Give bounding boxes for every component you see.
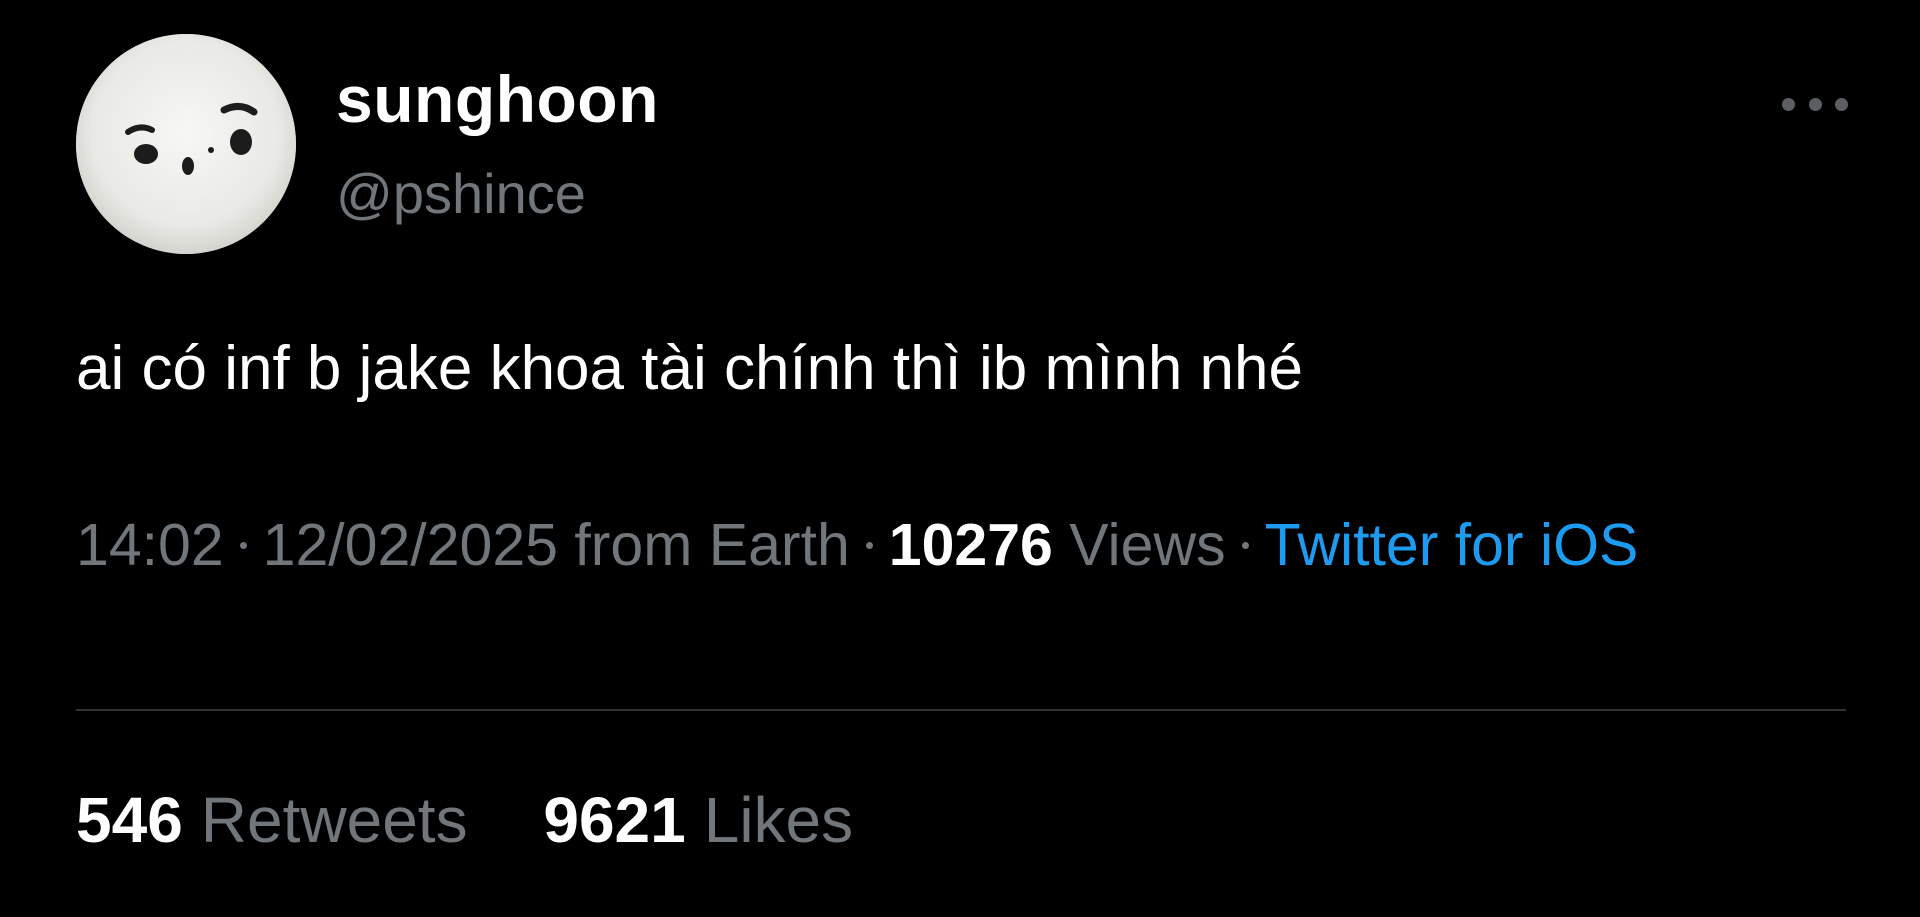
separator-dot — [1241, 541, 1249, 549]
tweet-detail: sunghoon @pshince ai có inf b jake khoa … — [0, 0, 1920, 917]
avatar[interactable] — [76, 34, 296, 254]
tweet-date[interactable]: 12/02/2025 — [263, 512, 558, 578]
divider — [76, 709, 1846, 711]
tweet-stats: 546 Retweets 9621 Likes — [76, 780, 853, 860]
display-name[interactable]: sunghoon — [336, 66, 659, 132]
likes-count: 9621 — [543, 784, 686, 856]
more-icon[interactable] — [1782, 92, 1848, 116]
tweet-meta: 14:02 12/02/2025 from Earth 10276 Views Twi… — [76, 505, 1776, 585]
more-dot — [1782, 97, 1795, 111]
avatar-image — [76, 34, 296, 254]
likes-stat[interactable]: 9621 Likes — [543, 780, 853, 860]
views-label: Views — [1069, 512, 1226, 578]
user-handle[interactable]: @pshince — [336, 166, 586, 222]
views-count: 10276 — [888, 512, 1053, 578]
retweets-label: Retweets — [200, 784, 468, 856]
separator-dot — [239, 541, 247, 549]
tweet-text: ai có inf b jake khoa tài chính thì ib m… — [76, 334, 1303, 403]
more-dot — [1808, 97, 1822, 111]
tweet-location: from Earth — [574, 512, 850, 578]
likes-label: Likes — [703, 784, 854, 856]
retweets-count: 546 — [76, 784, 183, 856]
more-dot — [1835, 97, 1848, 111]
separator-dot — [865, 541, 873, 549]
tweet-time[interactable]: 14:02 — [76, 512, 224, 578]
retweets-stat[interactable]: 546 Retweets — [76, 780, 468, 860]
tweet-source-link[interactable]: Twitter for iOS — [1265, 512, 1639, 578]
